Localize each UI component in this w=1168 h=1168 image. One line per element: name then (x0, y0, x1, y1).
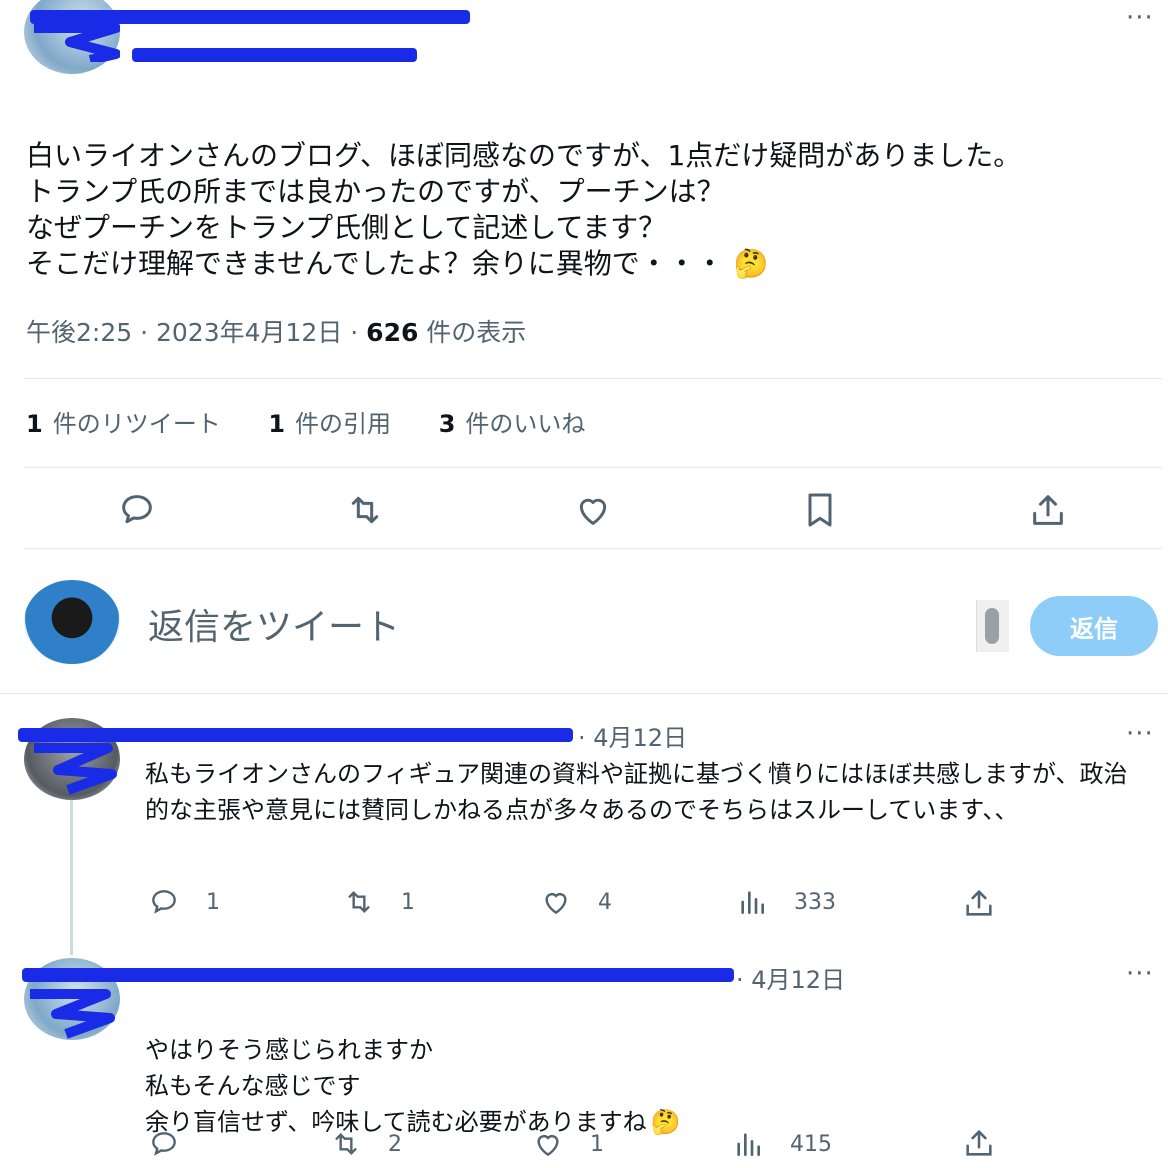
bookmark-button[interactable] (798, 488, 842, 532)
reply-submit-button[interactable]: 返信 (1030, 596, 1158, 656)
retweet-icon (351, 496, 379, 524)
heart-icon (537, 1135, 559, 1157)
avatar-scribble (28, 740, 118, 796)
more-options-icon[interactable]: ··· (1126, 5, 1154, 31)
share-icon (1033, 495, 1063, 525)
tweet-time[interactable]: 午後2:25 · 2023年4月12日 · (26, 318, 366, 347)
share-action[interactable] (962, 886, 1022, 920)
like-action[interactable]: 4 (540, 886, 612, 918)
reply-count: 1 (206, 889, 220, 915)
retweet-count: 2 (388, 1131, 402, 1157)
thinking-emoji: 🤔 (733, 247, 769, 280)
tweet-body: 白いライオンさんのブログ、ほぼ同感なのですが、1点だけ疑問がありました。 トラン… (26, 139, 1022, 280)
more-options-icon[interactable]: ··· (1126, 961, 1154, 987)
analytics-icon (737, 1133, 760, 1156)
tweet-text: 白いライオンさんのブログ、ほぼ同感なのですが、1点だけ疑問がありました。 トラン… (26, 102, 1151, 282)
bookmark-icon (808, 493, 832, 527)
divider (24, 378, 1162, 379)
views-action[interactable]: 333 (736, 886, 836, 918)
analytics-icon (741, 891, 764, 914)
heart-icon (579, 498, 607, 525)
quotes-stat[interactable]: 1 件の引用 (268, 410, 391, 438)
scrollbar-thumb[interactable] (985, 608, 999, 644)
likes-stat[interactable]: 3 件のいいね (439, 410, 586, 438)
retweets-stat[interactable]: 1 件のリツイート (26, 410, 221, 438)
divider (24, 548, 1162, 549)
more-options-icon[interactable]: ··· (1126, 721, 1154, 747)
reply-button[interactable] (115, 488, 159, 532)
heart-icon (545, 893, 567, 915)
reply-body: やはりそう感じられますか 私もそんな感じです 余り盲信せず、吟味して読む必要があ… (145, 1036, 647, 1136)
like-count: 1 (590, 1131, 604, 1157)
retweet-action[interactable]: 1 (343, 886, 415, 918)
retweet-action[interactable]: 2 (330, 1128, 402, 1160)
like-button[interactable] (571, 488, 615, 532)
share-icon (966, 1129, 992, 1156)
view-count: 333 (794, 889, 836, 915)
share-icon (966, 889, 992, 916)
retweets-label: 件のリツイート (52, 410, 221, 438)
reply-text: 私もライオンさんのフィギュア関連の資料や証拠に基づく憤りにはほぼ共感しますが、政… (145, 760, 1128, 824)
likes-count: 3 (438, 410, 456, 438)
reply-date[interactable]: · 4月12日 (736, 960, 845, 995)
reply-author-redaction (18, 728, 573, 742)
tweet-stats: 1 件のリツイート 1 件の引用 3 件のいいね (26, 404, 625, 439)
tweet-meta: 午後2:25 · 2023年4月12日 · 626 件の表示 (26, 313, 526, 349)
divider (0, 693, 1168, 694)
reply-icon (152, 1132, 176, 1156)
retweet-count: 1 (401, 889, 415, 915)
retweets-count: 1 (26, 410, 43, 438)
reply-input[interactable]: 返信をツイート (148, 598, 400, 650)
reply-icon (122, 495, 152, 524)
retweet-icon (348, 890, 370, 914)
share-action[interactable] (962, 1126, 1022, 1160)
thinking-emoji: 🤔 (650, 1108, 681, 1136)
thread-line (70, 800, 73, 955)
divider (24, 467, 1162, 468)
user-avatar[interactable] (24, 580, 120, 664)
share-button[interactable] (1026, 488, 1070, 532)
retweet-button[interactable] (343, 488, 387, 532)
reply-date[interactable]: · 4月12日 (578, 718, 687, 753)
avatar-scribble (30, 22, 121, 65)
reply-author-redaction (22, 968, 734, 982)
reply-text: やはりそう感じられますか 私もそんな感じです 余り盲信せず、吟味して読む必要があ… (145, 996, 1150, 1140)
like-action[interactable]: 1 (532, 1128, 604, 1160)
like-count: 4 (598, 889, 612, 915)
reply-action[interactable]: 1 (148, 886, 220, 918)
likes-label: 件のいいね (465, 410, 586, 438)
avatar-scribble (26, 984, 116, 1040)
quotes-count: 1 (268, 410, 286, 438)
retweet-icon (335, 1132, 357, 1156)
view-count: 415 (790, 1131, 832, 1157)
quotes-label: 件の引用 (295, 410, 392, 438)
reply-icon (152, 890, 176, 914)
author-handle-redaction (132, 48, 417, 62)
views-count: 626 (366, 318, 419, 347)
views-action[interactable]: 415 (732, 1128, 832, 1160)
views-label: 件の表示 (418, 318, 527, 347)
reply-action[interactable] (148, 1128, 206, 1160)
